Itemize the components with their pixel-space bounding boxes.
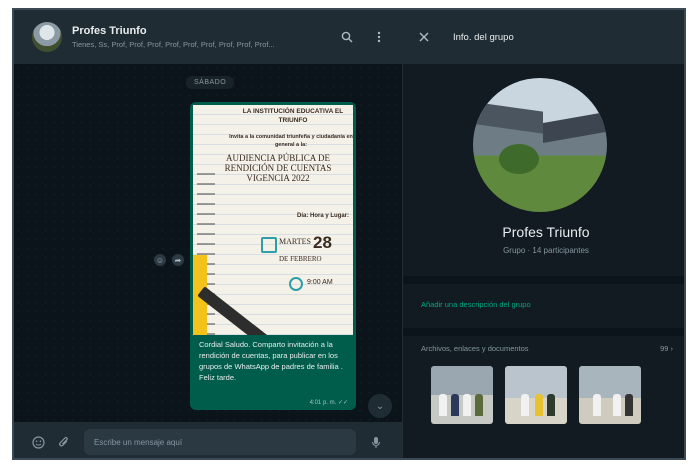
chat-header[interactable]: Profes Triunfo Tienes, Ss, Prof, Prof, P… [14,10,402,64]
chevron-right-icon: › [670,344,674,353]
info-header: Info. del grupo [403,10,684,64]
composer-bar [14,422,402,458]
group-name[interactable]: Profes Triunfo [403,224,684,240]
menu-icon[interactable] [368,26,390,48]
mic-icon[interactable] [366,432,386,452]
media-thumbnail[interactable] [579,366,641,424]
poster-image[interactable]: LA INSTITUCIÓN EDUCATIVA EL TRIUNFO Invi… [193,105,353,335]
media-header[interactable]: Archivos, enlaces y documentos 99 › [421,344,673,353]
info-title: Info. del grupo [453,31,514,43]
message-time: 4:01 p. m. ✓✓ [309,400,348,406]
media-thumbnail[interactable] [505,366,567,424]
media-label: Archivos, enlaces y documentos [421,344,529,353]
poster-invite: Invita a la comunidad triunfeña y ciudad… [229,134,353,148]
scroll-down-button[interactable]: ⌄ [368,394,392,418]
chevron-down-icon: ⌄ [375,400,385,412]
group-info-pane: Info. del grupo Profes Triunfo Grupo · 1… [402,10,684,458]
calendar-icon [261,237,277,253]
chat-name: Profes Triunfo [72,25,147,37]
media-thumbnail[interactable] [431,366,493,424]
media-count: 99 [660,344,669,353]
message-actions: ☺ ➦ [154,254,184,266]
reaction-icon[interactable]: ☺ [154,254,166,266]
close-icon[interactable] [419,30,437,45]
message-input[interactable] [84,429,356,455]
poster-date: 28 [313,233,332,252]
forward-icon[interactable]: ➦ [172,254,184,266]
group-photo[interactable] [473,78,607,212]
chat-body[interactable]: SÁBADO ☺ ➦ LA INSTITUCIÓN EDUCATIVA EL T… [14,64,402,422]
message-caption: Cordial Saludo. Comparto invitación a la… [199,340,343,382]
poster-event: AUDIENCIA PÚBLICA DE RENDICIÓN DE CUENTA… [224,153,332,183]
group-subtitle: Grupo · 14 participantes [503,246,589,255]
poster-month: DE FEBRERO [279,255,322,263]
chat-members: Tienes, Ss, Prof, Prof, Prof, Prof, Prof… [72,40,275,49]
chat-pane: Profes Triunfo Tienes, Ss, Prof, Prof, P… [14,10,402,458]
message-bubble[interactable]: LA INSTITUCIÓN EDUCATIVA EL TRIUNFO Invi… [190,102,356,410]
poster-time-heading: Día: Hora y Lugar: [297,213,350,219]
poster-hour: 9:00 AM [307,279,333,286]
chat-title[interactable]: Profes Triunfo Tienes, Ss, Prof, Prof, P… [72,25,326,49]
emoji-icon[interactable] [28,432,48,452]
whatsapp-window: Profes Triunfo Tienes, Ss, Prof, Prof, P… [12,8,686,460]
search-icon[interactable] [336,26,358,48]
add-description-link[interactable]: Añadir una descripción del grupo [421,300,531,309]
attach-icon[interactable] [54,432,74,452]
group-avatar[interactable] [32,22,62,52]
poster-day: MARTES [279,237,311,246]
group-profile: Profes Triunfo Grupo · 14 participantes [403,64,684,276]
date-pill: SÁBADO [186,76,235,89]
poster-school: LA INSTITUCIÓN EDUCATIVA EL TRIUNFO [242,108,344,124]
media-count-wrap: 99 › [660,344,673,353]
clock-icon [289,277,303,291]
divider [403,276,684,284]
divider [403,328,684,336]
